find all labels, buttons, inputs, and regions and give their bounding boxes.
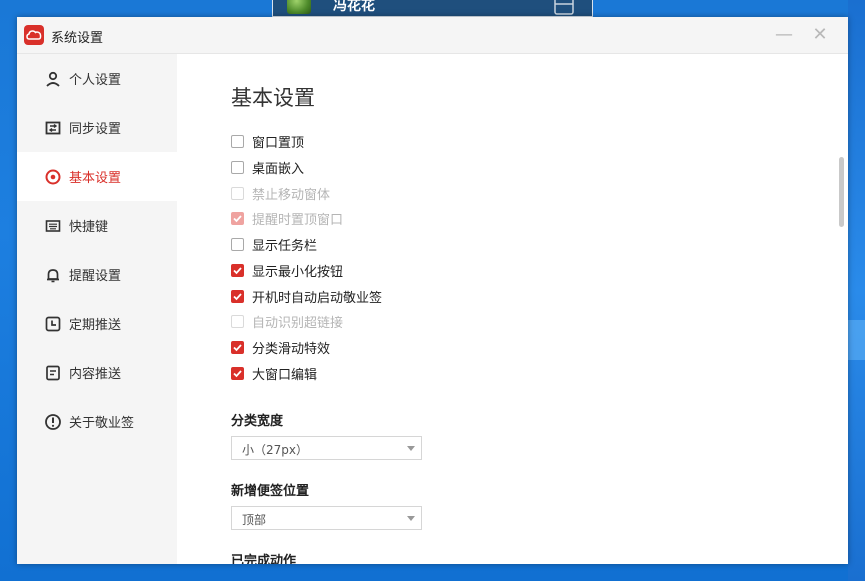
sidebar-item-label: 提醒设置	[69, 269, 122, 284]
option-top-on-reminder: 提醒时置顶窗口	[231, 208, 343, 228]
check-icon	[233, 292, 242, 300]
option-label: 显示任务栏	[252, 238, 318, 254]
document-icon	[44, 364, 62, 382]
sidebar-item-label: 内容推送	[69, 367, 122, 382]
option-autostart[interactable]: 开机时自动启动敬业签	[231, 286, 382, 306]
user-icon	[44, 70, 62, 88]
check-icon	[233, 343, 242, 351]
checkbox[interactable]	[231, 134, 244, 148]
sidebar-item-sync[interactable]: 同步设置	[17, 103, 177, 152]
title-bar: 系统设置 — ✕	[17, 17, 848, 54]
desktop-note-card: 冯花花	[272, 0, 593, 17]
avatar	[287, 0, 311, 14]
page-title: 基本设置	[231, 86, 315, 110]
checkbox[interactable]	[231, 263, 244, 277]
option-label: 显示最小化按钮	[252, 264, 344, 280]
sync-icon	[44, 119, 62, 137]
sidebar-item-basic[interactable]: 基本设置	[17, 152, 177, 201]
sidebar-item-about[interactable]: 关于敬业签	[17, 397, 177, 446]
checkbox[interactable]	[231, 160, 244, 174]
minimize-button[interactable]: —	[771, 23, 797, 47]
checkbox[interactable]	[231, 340, 244, 354]
select-value: 顶部	[242, 513, 267, 527]
checkbox	[231, 186, 244, 200]
option-desktop-embed[interactable]: 桌面嵌入	[231, 157, 304, 177]
option-disable-move: 禁止移动窗体	[231, 183, 330, 203]
sidebar-item-scheduled-push[interactable]: 定期推送	[17, 299, 177, 348]
sidebar-item-label: 快捷键	[69, 220, 109, 235]
category-width-select[interactable]: 小（27px）	[231, 436, 422, 460]
sidebar-item-label: 个人设置	[69, 73, 122, 88]
target-icon	[44, 168, 62, 186]
sidebar: 个人设置 同步设置 基本设置 快捷键 提醒设置 定期推送 内容推送 关于敬业签	[17, 54, 177, 564]
close-button[interactable]: ✕	[807, 23, 833, 47]
checkbox[interactable]	[231, 366, 244, 380]
scrollbar[interactable]	[839, 157, 844, 227]
sidebar-item-content-push[interactable]: 内容推送	[17, 348, 177, 397]
settings-content: 基本设置 窗口置顶 桌面嵌入 禁止移动窗体 提醒时置顶窗口 显示任务栏 显示最小…	[177, 54, 848, 564]
new-note-position-select[interactable]: 顶部	[231, 506, 422, 530]
sidebar-item-label: 基本设置	[69, 171, 122, 186]
option-large-edit[interactable]: 大窗口编辑	[231, 363, 317, 383]
option-show-taskbar[interactable]: 显示任务栏	[231, 234, 317, 254]
option-label: 开机时自动启动敬业签	[252, 290, 383, 306]
keyboard-icon	[44, 217, 62, 235]
info-icon	[44, 413, 62, 431]
checkbox	[231, 211, 244, 225]
calendar-icon	[553, 0, 575, 16]
sidebar-item-shortcuts[interactable]: 快捷键	[17, 201, 177, 250]
option-detect-links: 自动识别超链接	[231, 311, 343, 331]
window-title: 系统设置	[51, 31, 104, 46]
completed-action-label: 已完成动作	[231, 554, 297, 564]
sidebar-item-label: 定期推送	[69, 318, 122, 333]
option-label: 窗口置顶	[252, 135, 305, 151]
desktop-card-name: 冯花花	[333, 0, 375, 14]
option-slide-effect[interactable]: 分类滑动特效	[231, 337, 330, 357]
option-label: 提醒时置顶窗口	[252, 212, 344, 228]
check-icon	[233, 369, 242, 377]
bell-icon	[44, 266, 62, 284]
check-icon	[233, 214, 242, 222]
sidebar-item-reminder[interactable]: 提醒设置	[17, 250, 177, 299]
option-window-on-top[interactable]: 窗口置顶	[231, 131, 304, 151]
sidebar-item-personal[interactable]: 个人设置	[17, 54, 177, 103]
category-width-label: 分类宽度	[231, 414, 284, 429]
option-label: 桌面嵌入	[252, 161, 305, 177]
desktop-edge	[848, 0, 865, 581]
check-icon	[233, 266, 242, 274]
sidebar-item-label: 同步设置	[69, 122, 122, 137]
option-label: 禁止移动窗体	[252, 187, 331, 203]
chevron-down-icon	[407, 446, 415, 451]
select-value: 小（27px）	[242, 443, 308, 457]
option-label: 分类滑动特效	[252, 341, 331, 357]
option-label: 大窗口编辑	[252, 367, 318, 383]
checkbox	[231, 314, 244, 328]
sidebar-item-label: 关于敬业签	[69, 416, 135, 431]
clock-icon	[44, 315, 62, 333]
app-logo-icon	[24, 25, 44, 45]
option-show-minimize[interactable]: 显示最小化按钮	[231, 260, 343, 280]
checkbox[interactable]	[231, 289, 244, 303]
option-label: 自动识别超链接	[252, 315, 344, 331]
chevron-down-icon	[407, 516, 415, 521]
checkbox[interactable]	[231, 237, 244, 251]
new-note-position-label: 新增便签位置	[231, 484, 310, 499]
settings-window: 系统设置 — ✕ 个人设置 同步设置 基本设置 快捷键 提醒设置 定期推送 内容…	[17, 17, 848, 564]
